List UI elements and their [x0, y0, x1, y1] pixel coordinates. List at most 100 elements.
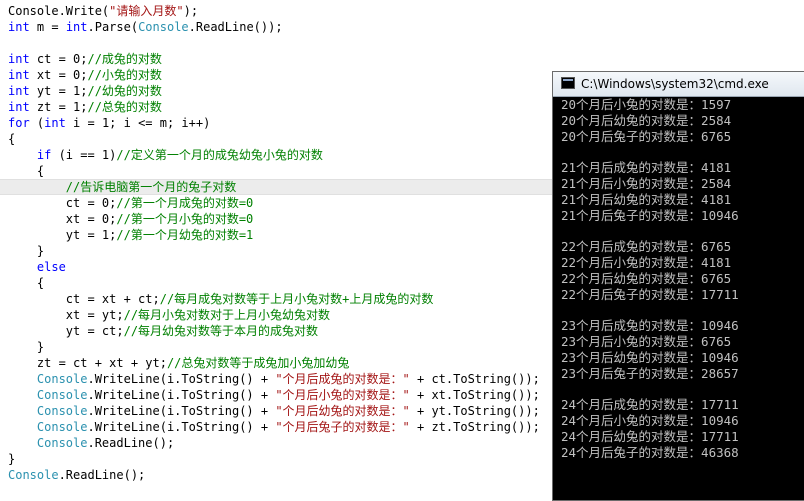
code-token: xt = 0;	[8, 212, 117, 226]
code-line: {	[8, 163, 44, 179]
code-token: //成兔的对数	[87, 52, 162, 66]
cmd-titlebar[interactable]: C:\Windows\system32\cmd.exe	[553, 72, 804, 97]
code-token: yt = 1;	[8, 228, 117, 242]
code-token: .Parse(	[87, 20, 139, 34]
code-token: );	[183, 4, 199, 18]
code-line: ct = xt + ct;//每月成兔对数等于上月小兔对数+上月成兔的对数	[8, 291, 434, 307]
code-line: }	[8, 339, 44, 355]
code-token: }	[8, 244, 45, 258]
cmd-output-line: 22个月后兔子的对数是：17711	[561, 286, 739, 302]
code-token: (	[29, 116, 45, 130]
code-token: int	[8, 84, 30, 98]
code-line: if (i == 1)//定义第一个月的成兔幼兔小兔的对数	[8, 147, 323, 163]
code-token: .Write(	[58, 4, 110, 18]
code-token: //第一个月成兔的对数=0	[116, 196, 254, 210]
code-line: yt = 1;//第一个月幼兔的对数=1	[8, 227, 253, 243]
code-token: .WriteLine(i.ToString() +	[87, 388, 276, 402]
code-token: //每月小兔对数对于上月小兔幼兔对数	[123, 308, 331, 322]
cmd-output-line	[561, 223, 804, 239]
code-line: int ct = 0;//成兔的对数	[8, 51, 162, 67]
cmd-output-line: 23个月后小兔的对数是：6765	[561, 333, 732, 349]
code-token: int	[8, 68, 30, 82]
cmd-output-line: 24个月后兔子的对数是：46368	[561, 444, 739, 460]
code-token: //小兔的对数	[87, 68, 162, 82]
code-token: //总兔的对数	[87, 100, 162, 114]
code-token: .WriteLine(i.ToString() +	[87, 404, 276, 418]
cmd-output: 20个月后小兔的对数是：1597 20个月后幼兔的对数是：2584 20个月后兔子的…	[553, 97, 804, 500]
code-line: Console.Write("请输入月数");	[8, 3, 198, 19]
code-line: {	[8, 275, 44, 291]
code-token: + yt.ToString());	[409, 404, 540, 418]
code-token: xt = 0;	[29, 68, 88, 82]
code-token: zt = ct + xt + yt;	[8, 356, 167, 370]
code-token: "请输入月数"	[109, 4, 184, 18]
code-token: {	[8, 132, 16, 146]
cmd-output-line	[561, 302, 804, 318]
code-token: //第一个月小兔的对数=0	[116, 212, 254, 226]
code-line: Console.WriteLine(i.ToString() + "个月后小兔的…	[8, 387, 540, 403]
cmd-output-line: 20个月后兔子的对数是：6765	[561, 128, 732, 144]
cmd-output-line: 22个月后成兔的对数是：6765	[561, 239, 732, 255]
code-token: yt = 1;	[29, 84, 88, 98]
code-token: .ReadLine());	[188, 20, 283, 34]
cmd-output-line	[561, 381, 804, 397]
code-line: int m = int.Parse(Console.ReadLine());	[8, 19, 283, 35]
code-token: m =	[29, 20, 66, 34]
code-token: + zt.ToString());	[409, 420, 540, 434]
code-line: Console.WriteLine(i.ToString() + "个月后兔子的…	[8, 419, 540, 435]
code-token: //第一个月幼兔的对数=1	[116, 228, 254, 242]
code-line: for (int i = 1; i <= m; i++)	[8, 115, 210, 131]
cmd-output-line: 22个月后幼兔的对数是：6765	[561, 270, 732, 286]
code-line: ct = 0;//第一个月成兔的对数=0	[8, 195, 253, 211]
cmd-window[interactable]: C:\Windows\system32\cmd.exe 20个月后小兔的对数是：…	[552, 71, 804, 501]
cmd-output-line: 24个月后成兔的对数是：17711	[561, 397, 739, 413]
code-token: "个月后幼兔的对数是："	[275, 404, 410, 418]
code-token: .ReadLine();	[87, 436, 175, 450]
code-token: if	[36, 148, 52, 162]
code-token: ct = xt + ct;	[8, 292, 160, 306]
code-token: }	[8, 452, 16, 466]
cmd-output-line: 21个月后成兔的对数是：4181	[561, 160, 732, 176]
code-line: Console.ReadLine();	[8, 435, 174, 451]
code-line: int xt = 0;//小兔的对数	[8, 67, 162, 83]
code-line: int zt = 1;//总兔的对数	[8, 99, 162, 115]
code-token: ct = 0;	[29, 52, 88, 66]
code-token: "个月后小兔的对数是："	[275, 388, 410, 402]
cmd-output-line	[561, 144, 804, 160]
cmd-output-line: 24个月后小兔的对数是：10946	[561, 412, 739, 428]
code-token: + ct.ToString());	[409, 372, 540, 386]
code-token: int	[8, 100, 30, 114]
code-line: {	[8, 131, 15, 147]
cmd-output-line: 21个月后兔子的对数是：10946	[561, 207, 739, 223]
code-token: //总兔对数等于成兔加小兔加幼兔	[166, 356, 350, 370]
code-token: int	[8, 52, 30, 66]
code-token: "个月后成兔的对数是："	[275, 372, 410, 386]
code-line: int yt = 1;//幼兔的对数	[8, 83, 162, 99]
code-token: Console	[36, 420, 88, 434]
code-token: xt = yt;	[8, 308, 124, 322]
cmd-window-title: C:\Windows\system32\cmd.exe	[581, 77, 769, 91]
cmd-output-line: 23个月后成兔的对数是：10946	[561, 318, 739, 334]
code-token: //每月幼兔对数等于本月的成兔对数	[123, 324, 319, 338]
cmd-output-line: 21个月后幼兔的对数是：4181	[561, 191, 732, 207]
code-token: Console	[8, 4, 59, 18]
code-token: Console	[36, 388, 88, 402]
code-token: Console	[36, 436, 88, 450]
code-token: int	[8, 20, 30, 34]
cmd-output-line: 23个月后幼兔的对数是：10946	[561, 349, 739, 365]
code-line: Console.WriteLine(i.ToString() + "个月后幼兔的…	[8, 403, 540, 419]
code-token: for	[8, 116, 30, 130]
code-line: yt = ct;//每月幼兔对数等于本月的成兔对数	[8, 323, 318, 339]
cmd-output-line: 22个月后小兔的对数是：4181	[561, 254, 732, 270]
code-line: Console.ReadLine();	[8, 467, 145, 483]
code-line: }	[8, 451, 15, 467]
code-token: (i == 1)	[51, 148, 117, 162]
code-token: + xt.ToString());	[409, 388, 540, 402]
code-token: //每月成兔对数等于上月小兔对数+上月成兔的对数	[159, 292, 434, 306]
